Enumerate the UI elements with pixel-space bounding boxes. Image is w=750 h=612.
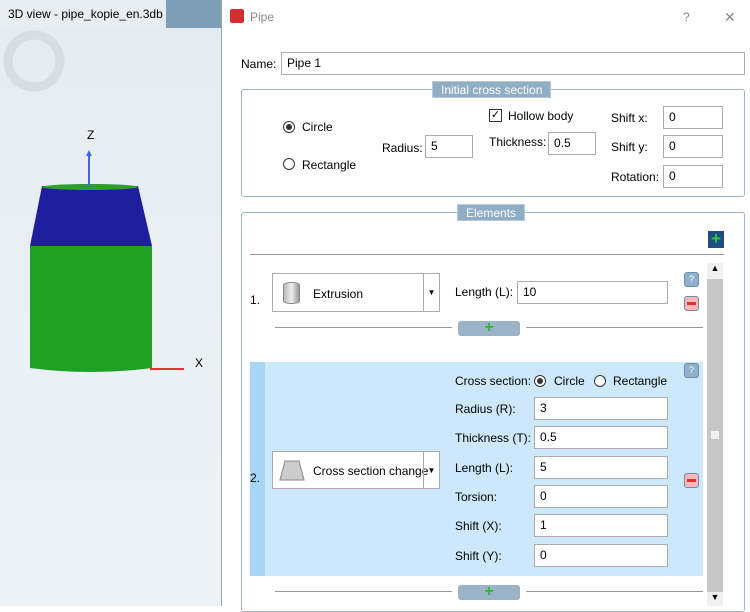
e2-thickness-label: Thickness (T):: [455, 431, 532, 445]
hollow-body-label: Hollow body: [508, 109, 574, 123]
remove-element-icon[interactable]: [684, 296, 699, 311]
cone-icon: [279, 460, 305, 481]
e2-length-input[interactable]: 5: [534, 456, 668, 479]
e2-torsion-label: Torsion:: [455, 490, 498, 504]
shift-x-label: Shift x:: [611, 111, 648, 125]
element-1-type-dropdown[interactable]: Extrusion ▼: [272, 273, 440, 312]
app-icon: [230, 9, 244, 23]
scrollbar[interactable]: ▲ ▼: [707, 263, 723, 606]
e2-rectangle-label: Rectangle: [613, 374, 668, 388]
circle-radio[interactable]: [283, 121, 295, 133]
radius-label: Radius:: [382, 141, 423, 155]
help-icon[interactable]: ?: [684, 363, 699, 378]
e2-torsion-input[interactable]: 0: [534, 485, 668, 508]
rotation-label: Rotation:: [611, 170, 660, 184]
3d-model-canvas: [3, 30, 184, 372]
e2-shift-y-input[interactable]: 0: [534, 544, 668, 567]
e2-rectangle-radio[interactable]: [594, 375, 606, 387]
element-1-type: Extrusion: [313, 287, 364, 301]
rotation-input[interactable]: 0: [663, 165, 723, 188]
pipe-top: [30, 186, 152, 246]
close-button[interactable]: ✕: [724, 9, 736, 26]
e2-length-label: Length (L):: [455, 461, 514, 475]
tab-strip: [166, 0, 221, 28]
cross-section-label: Cross section:: [455, 374, 532, 388]
scroll-up-icon[interactable]: ▲: [707, 263, 723, 279]
rectangle-radio[interactable]: [283, 158, 295, 170]
3d-view[interactable]: 3D view - pipe_kopie_en.3db Z X: [0, 0, 221, 606]
cylinder-icon: [283, 282, 300, 304]
scroll-thumb[interactable]: [711, 431, 719, 439]
initial-cross-section-legend: Initial cross section: [432, 81, 552, 98]
chevron-down-icon[interactable]: ▼: [423, 274, 439, 311]
e2-circle-radio[interactable]: [534, 375, 546, 387]
shift-y-label: Shift y:: [611, 140, 648, 154]
insert-element-button[interactable]: +: [458, 584, 520, 600]
remove-element-icon[interactable]: [684, 473, 699, 488]
e2-shift-y-label: Shift (Y):: [455, 549, 502, 563]
rectangle-label: Rectangle: [302, 158, 357, 172]
z-axis-label: Z: [87, 128, 95, 142]
element-1-number: 1.: [250, 293, 261, 307]
e1-length-input[interactable]: 10: [517, 281, 668, 304]
pipe-body: [30, 246, 152, 372]
element-2-number: 2.: [250, 471, 261, 485]
circle-label: Circle: [302, 120, 333, 134]
e2-shift-x-input[interactable]: 1: [534, 514, 668, 537]
element-2-type-dropdown[interactable]: Cross section change ▼: [272, 451, 440, 489]
dialog-title: Pipe: [250, 10, 275, 24]
e1-length-label: Length (L):: [455, 285, 514, 299]
help-button[interactable]: ?: [683, 10, 690, 24]
view-tab-title[interactable]: 3D view - pipe_kopie_en.3db: [0, 0, 166, 28]
e2-radius-input[interactable]: 3: [534, 397, 668, 420]
x-axis-label: X: [195, 356, 204, 370]
elements-legend: Elements: [457, 204, 526, 221]
e2-shift-x-label: Shift (X):: [455, 519, 502, 533]
insert-element-button[interactable]: +: [458, 320, 520, 336]
add-element-icon[interactable]: +: [708, 230, 724, 248]
chevron-down-icon[interactable]: ▼: [423, 452, 439, 488]
thickness-label: Thickness:: [489, 135, 547, 149]
shift-y-input[interactable]: 0: [663, 135, 723, 158]
divider: [250, 254, 724, 255]
e2-circle-label: Circle: [554, 374, 585, 388]
scroll-down-icon[interactable]: ▼: [707, 592, 723, 606]
divider: [526, 591, 703, 592]
e2-radius-label: Radius (R):: [455, 402, 516, 416]
view-cube-ring: [3, 30, 65, 92]
selection-stripe: [250, 362, 265, 576]
radius-input[interactable]: 5: [425, 135, 473, 158]
name-label: Name:: [241, 57, 277, 71]
thickness-input[interactable]: 0.5: [548, 132, 596, 155]
divider: [275, 327, 452, 328]
help-icon[interactable]: ?: [684, 272, 699, 287]
divider: [526, 327, 703, 328]
shift-x-input[interactable]: 0: [663, 106, 723, 129]
divider: [275, 591, 452, 592]
e2-thickness-input[interactable]: 0.5: [534, 426, 668, 449]
element-2-type: Cross section change: [313, 464, 429, 478]
hollow-body-checkbox[interactable]: ✓: [489, 109, 502, 122]
name-input[interactable]: Pipe 1: [281, 52, 745, 75]
